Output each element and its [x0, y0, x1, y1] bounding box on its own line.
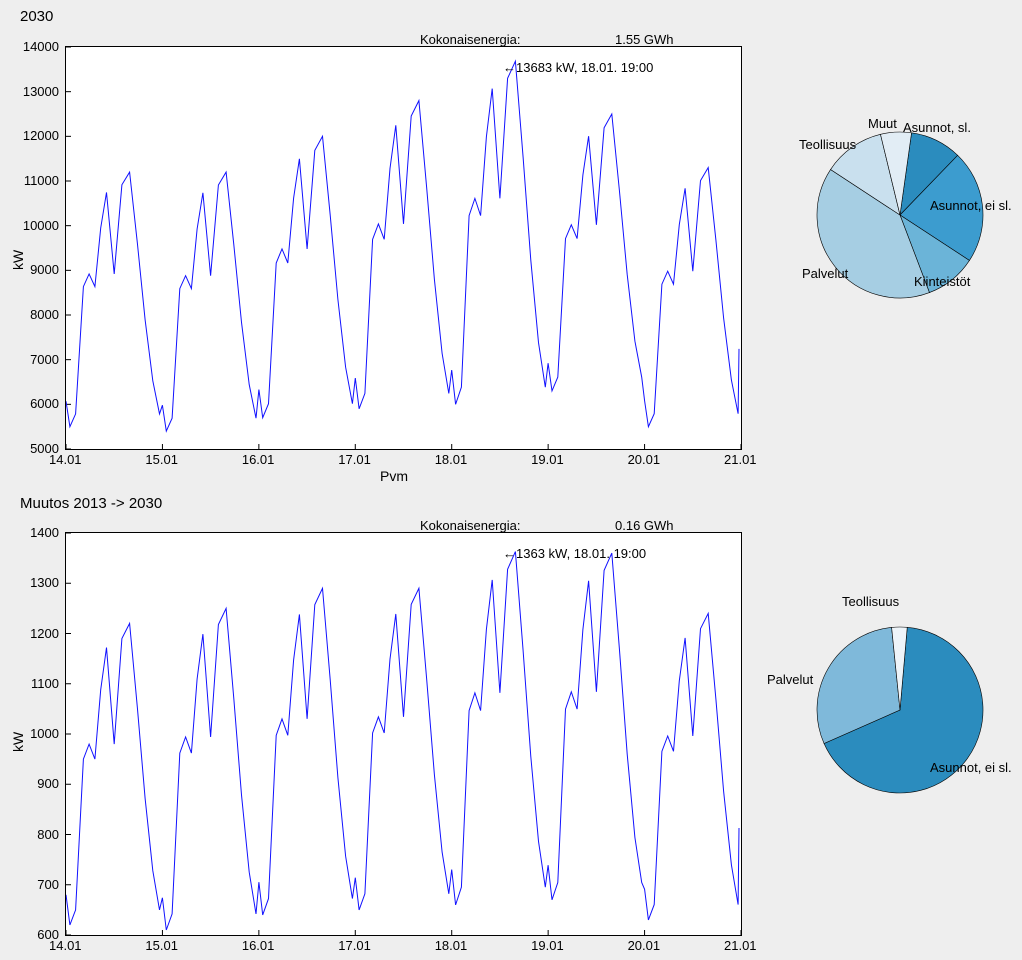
top-line-chart: [65, 46, 742, 450]
bottom-title: Muutos 2013 -> 2030: [20, 495, 162, 512]
top-energy-value: 1.55 GWh: [615, 32, 674, 47]
bottom-energy-label: Kokonaisenergia:: [420, 518, 520, 533]
pie-label-teollisuus: Teollisuus: [799, 137, 856, 152]
top-y-axis-label: kW: [10, 250, 26, 270]
pie-label-asunnot-ei-sl-b: Asunnot, ei sl.: [930, 760, 1012, 775]
top-energy-label: Kokonaisenergia:: [420, 32, 520, 47]
pie-label-kiinteistot: Kiinteistöt: [914, 274, 970, 289]
pie-label-teollisuus-b: Teollisuus: [842, 594, 899, 609]
pie-label-palvelut: Palvelut: [802, 266, 848, 281]
pie-label-asunnot-ei-sl: Asunnot, ei sl.: [930, 198, 1012, 213]
figure-page: 2030 Kokonaisenergia: 1.55 GWh ←13683 kW…: [0, 0, 1022, 960]
bottom-peak-annotation: ←1363 kW, 18.01. 19:00: [503, 546, 646, 561]
bottom-y-axis-label: kW: [10, 732, 26, 752]
pie-label-palvelut-b: Palvelut: [767, 672, 813, 687]
pie-label-muut: Muut: [868, 116, 897, 131]
top-peak-annotation: ←13683 kW, 18.01. 19:00: [503, 60, 653, 75]
top-title: 2030: [20, 8, 53, 25]
bottom-pie-chart: [800, 610, 1000, 810]
bottom-line-chart: [65, 532, 742, 936]
top-x-axis-label: Pvm: [380, 468, 408, 484]
pie-label-asunnot-sl: Asunnot, sl.: [903, 120, 971, 135]
bottom-energy-value: 0.16 GWh: [615, 518, 674, 533]
